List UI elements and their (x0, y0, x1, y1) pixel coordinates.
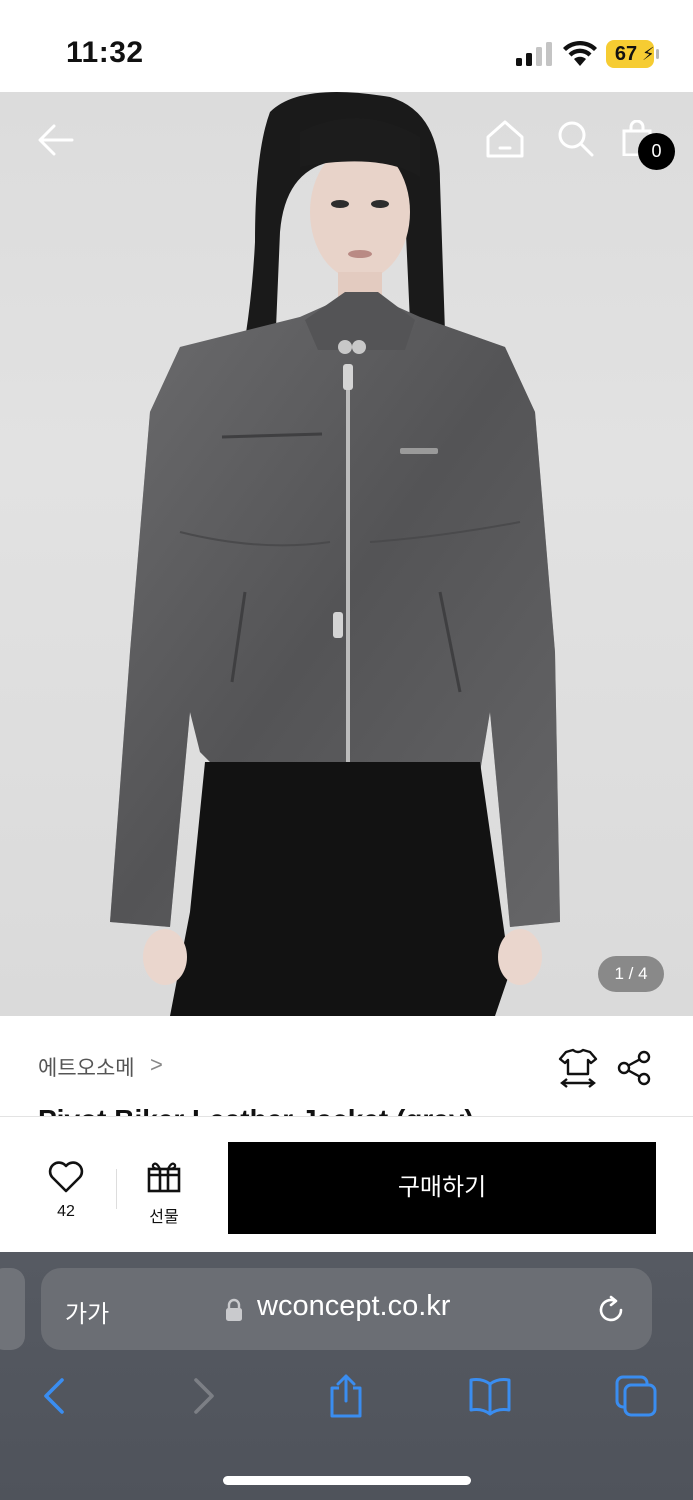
purchase-action-bar: 42 선물 구매하기 (0, 1117, 693, 1253)
heart-icon (48, 1161, 84, 1193)
separator (116, 1169, 117, 1209)
url-text[interactable]: wconcept.co.kr (257, 1290, 450, 1323)
like-count: 42 (57, 1203, 75, 1220)
cellular-signal-icon (516, 42, 552, 66)
buy-button[interactable]: 구매하기 (228, 1142, 656, 1234)
charging-bolt-icon: ⚡ (642, 44, 655, 64)
share-icon[interactable] (324, 1374, 368, 1418)
search-icon[interactable] (555, 118, 595, 158)
image-overlay-nav: 0 (0, 92, 693, 192)
brand-link[interactable]: 에트오소메 (38, 1052, 135, 1082)
product-info: 에트오소메 > Pivot Biker Leather Jacket (gray… (0, 1016, 693, 1116)
battery-level: 67 (614, 43, 638, 65)
product-title: Pivot Biker Leather Jacket (gray) (38, 1104, 474, 1116)
text-size-button[interactable]: 가가 (65, 1294, 109, 1329)
tabs-icon[interactable] (614, 1374, 658, 1418)
previous-tab-preview[interactable] (0, 1268, 25, 1350)
image-page-indicator: 1 / 4 (598, 956, 664, 992)
battery-indicator: 67 ⚡ (606, 40, 659, 68)
reload-icon[interactable] (595, 1294, 627, 1326)
gift-button[interactable]: 선물 (130, 1155, 198, 1226)
home-indicator (223, 1476, 471, 1485)
gift-icon (147, 1162, 181, 1193)
cart-count-badge[interactable]: 0 (638, 133, 675, 170)
gift-label: 선물 (149, 1209, 179, 1226)
lock-icon (226, 1298, 242, 1321)
wifi-icon (563, 40, 597, 66)
like-button[interactable]: 42 (30, 1155, 102, 1225)
home-icon[interactable] (484, 118, 526, 160)
product-image-gallery[interactable]: 0 1 / 4 (0, 92, 693, 1016)
status-time: 11:32 (66, 36, 144, 69)
size-guide-icon[interactable] (558, 1048, 598, 1090)
address-bar[interactable]: 가가 wconcept.co.kr (41, 1268, 652, 1350)
share-icon[interactable] (616, 1050, 652, 1086)
product-photo (110, 92, 560, 1016)
bookmarks-icon[interactable] (468, 1374, 512, 1418)
forward-icon[interactable] (182, 1374, 226, 1418)
back-icon[interactable] (32, 1374, 76, 1418)
arrow-left-icon[interactable] (34, 118, 78, 162)
browser-bottom-bar: 가가 wconcept.co.kr (0, 1252, 693, 1500)
status-bar: 11:32 67 ⚡ (0, 0, 693, 92)
chevron-right-icon[interactable]: > (150, 1052, 163, 1078)
